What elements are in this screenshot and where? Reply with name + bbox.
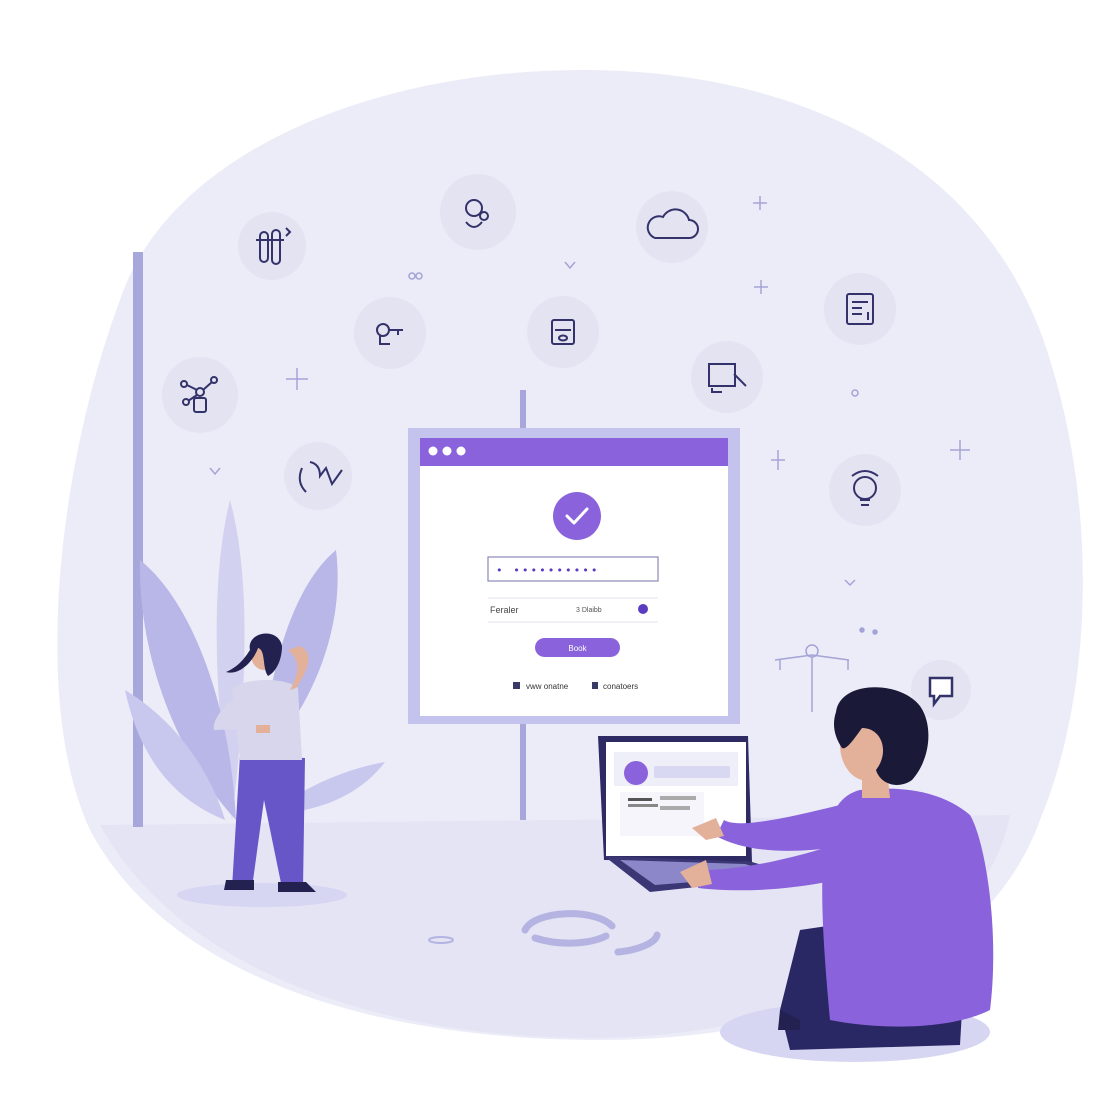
login-illustration: • •••••••••• Feraler 3 Dlaibb Book vww o… bbox=[57, 69, 1083, 1062]
remember-label: Feraler bbox=[490, 605, 519, 615]
submit-button-label: Book bbox=[568, 644, 587, 653]
footer-link-2[interactable]: conatoers bbox=[603, 682, 638, 691]
gear-person-icon bbox=[440, 174, 516, 250]
remember-value: 3 Dlaibb bbox=[576, 607, 602, 614]
card-edit-icon bbox=[691, 341, 763, 413]
footer-link-1[interactable]: vww onatne bbox=[526, 682, 569, 691]
window-dot[interactable] bbox=[456, 446, 466, 456]
face-profile-icon bbox=[284, 442, 352, 510]
person-icon bbox=[592, 682, 598, 689]
lock-icon bbox=[513, 682, 520, 689]
remember-toggle[interactable] bbox=[638, 604, 648, 614]
cloud-icon bbox=[636, 191, 708, 263]
left-pole bbox=[133, 252, 143, 827]
window-titlebar bbox=[420, 438, 728, 466]
window-dot[interactable] bbox=[428, 446, 438, 456]
cloud-avatar-icon bbox=[624, 761, 648, 785]
login-monitor: • •••••••••• Feraler 3 Dlaibb Book vww o… bbox=[408, 428, 740, 724]
document-icon bbox=[824, 273, 896, 345]
check-icon bbox=[553, 492, 601, 540]
password-value: • •••••••••• bbox=[496, 564, 599, 577]
window-dot[interactable] bbox=[442, 446, 452, 456]
key-icon bbox=[354, 297, 426, 369]
test-tubes-icon bbox=[238, 212, 306, 280]
calculator-icon bbox=[527, 296, 599, 368]
network-icon bbox=[162, 357, 238, 433]
lightbulb-icon bbox=[829, 454, 901, 526]
